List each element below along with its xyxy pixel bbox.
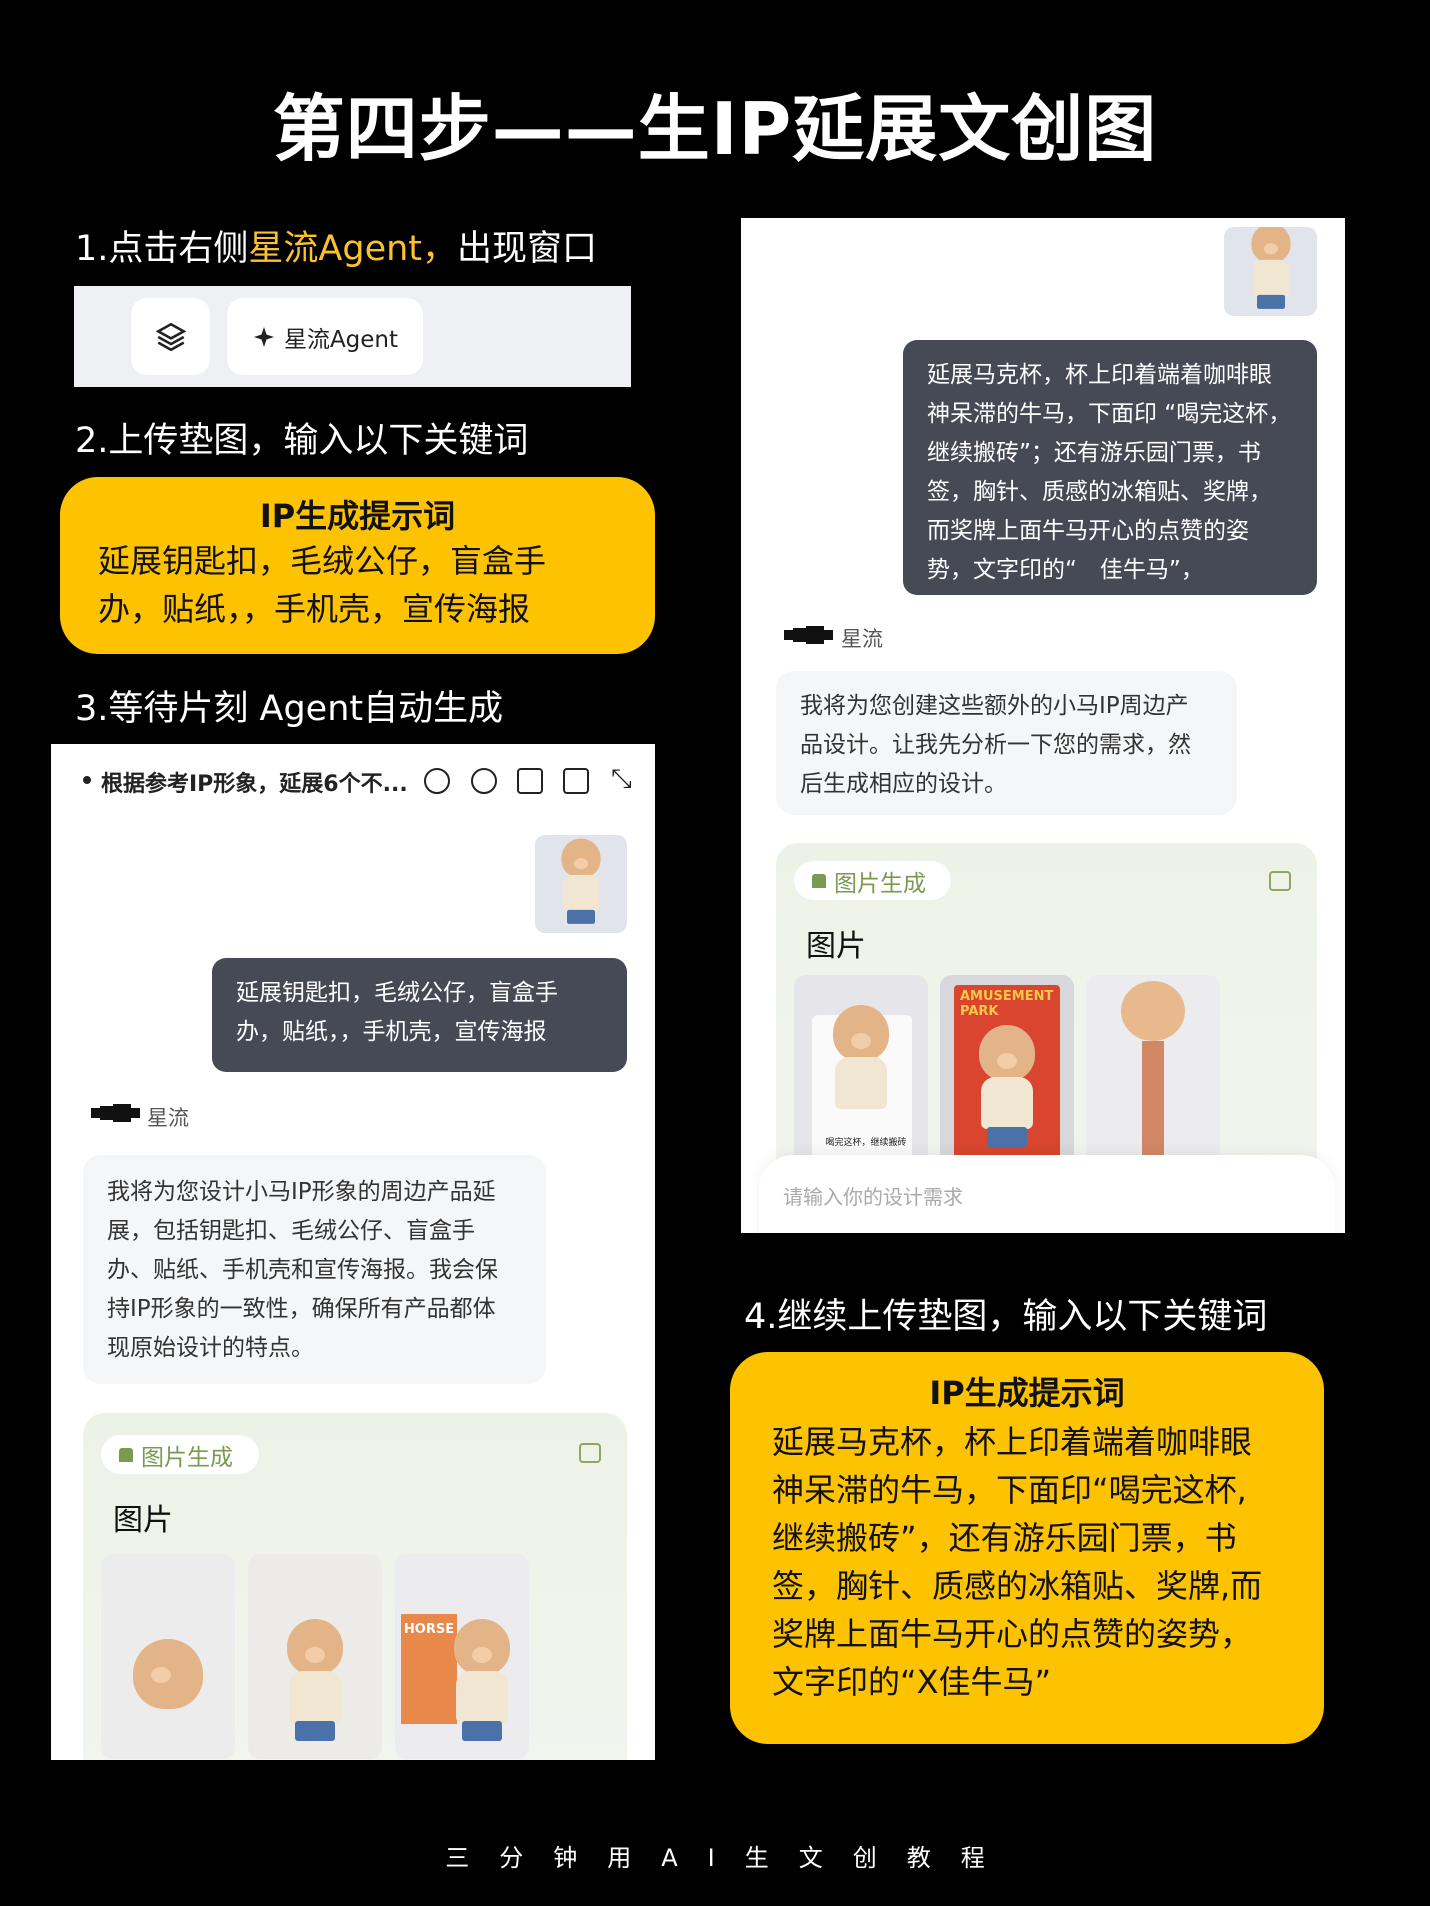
- agent-name: 星流: [841, 627, 883, 651]
- agent-chat-screenshot-left: 根据参考IP形象，延展6个不... ⤡ 延展钥匙扣，毛绒公仔，盲盒手 办，贴纸，…: [51, 744, 655, 1760]
- reply-line: 现原始设计的特点。: [107, 1335, 314, 1361]
- reply-line: 我将为您设计小马IP形象的周边产品延: [107, 1179, 496, 1205]
- card-title: 图片: [113, 1503, 173, 1538]
- mug-text: 喝完这杯，继续搬砖: [825, 1138, 907, 1148]
- step1-highlight: 星流Agent，: [248, 229, 458, 269]
- prompt-line: 签，胸针、质感的冰箱贴、奖牌,而: [772, 1567, 1263, 1605]
- prompt-line: 神呆滞的牛马，下面印“喝完这杯,: [772, 1471, 1247, 1509]
- user-message: 延展钥匙扣，毛绒公仔，盲盒手 办，贴纸，，手机壳，宣传海报: [212, 958, 627, 1072]
- layers-icon: [155, 322, 186, 351]
- prompt-line: 继续搬砖”，还有游乐园门票，书: [772, 1519, 1237, 1557]
- reply-line: 展，包括钥匙扣、毛绒公仔、盲盒手: [107, 1218, 475, 1244]
- step2-label: 2.上传垫图，输入以下关键词: [75, 421, 529, 461]
- input-placeholder: 请输入你的设计需求: [783, 1185, 963, 1209]
- reply-line: 后生成相应的设计。: [800, 771, 1007, 797]
- tag-label: 图片生成: [834, 870, 926, 897]
- history-icon[interactable]: [471, 768, 497, 794]
- step1-suffix: 出现窗口: [457, 229, 598, 269]
- step3-label: 3.等待片刻 Agent自动生成: [75, 689, 504, 729]
- image-generation-tag: 图片生成: [101, 1435, 259, 1474]
- reply-line: 我将为您创建这些额外的小马IP周边产: [800, 693, 1189, 719]
- message-line: 延展钥匙扣，毛绒公仔，盲盒手: [236, 980, 558, 1006]
- sparkle-icon: [253, 326, 274, 347]
- step1-label: 1.点击右侧星流Agent，出现窗口: [75, 220, 597, 271]
- uploaded-reference-image[interactable]: [1224, 227, 1317, 316]
- share-icon[interactable]: [517, 768, 543, 794]
- reply-line: 品设计。让我先分析一下您的需求，然: [800, 732, 1191, 758]
- thumbnail-plush[interactable]: [248, 1554, 382, 1759]
- collapse-icon[interactable]: ⤡: [611, 764, 632, 795]
- xingliu-logo: [784, 626, 833, 644]
- card-title: 图片: [806, 929, 866, 964]
- thumbnail-mug[interactable]: 喝完这杯，继续搬砖: [794, 975, 928, 1175]
- layers-button[interactable]: [131, 298, 210, 375]
- step1-prefix: 1.点击右侧: [75, 229, 249, 269]
- agent-name: 星流: [147, 1106, 189, 1130]
- thumbnail-keychain[interactable]: [101, 1554, 235, 1759]
- chat-title: 根据参考IP形象，延展6个不...: [101, 772, 408, 797]
- tag-label: 图片生成: [141, 1444, 233, 1471]
- prompt-box-1: IP生成提示词 延展钥匙扣，毛绒公仔，盲盒手 办，贴纸，，手机壳，宣传海报: [60, 477, 655, 654]
- prompt-line: 文字印的“X佳牛马”: [772, 1663, 1052, 1701]
- thumbnail-ticket[interactable]: AMUSEMENT PARK: [940, 975, 1074, 1175]
- gallery-icon[interactable]: [1269, 871, 1291, 891]
- prompt-box-2: IP生成提示词 延展马克杯，杯上印着端着咖啡眼 神呆滞的牛马，下面印“喝完这杯,…: [730, 1352, 1324, 1744]
- tag-icon: [119, 1447, 133, 1462]
- tag-icon: [812, 873, 826, 888]
- message-line: 签，胸针、质感的冰箱贴、奖牌，: [927, 479, 1272, 505]
- prompt-line: 延展马克杯，杯上印着端着咖啡眼: [772, 1423, 1253, 1461]
- status-dot: [83, 776, 91, 784]
- agent-button-label: 星流Agent: [283, 326, 399, 353]
- prompt-line: 办，贴纸，，手机壳，宣传海报: [98, 590, 531, 628]
- image-generation-card: 图片生成 图片 喝完这杯，继续搬砖 AMUSEMENT PARK: [776, 843, 1317, 1203]
- prompt-line: 延展钥匙扣，毛绒公仔，盲盒手: [98, 542, 547, 580]
- message-line: 延展马克杯，杯上印着端着咖啡眼: [927, 362, 1272, 388]
- image-generation-card: 图片生成 图片 HORSE: [83, 1413, 627, 1760]
- design-request-input[interactable]: 请输入你的设计需求: [759, 1155, 1335, 1233]
- thumbnail-blindbox[interactable]: HORSE: [395, 1554, 529, 1759]
- message-line: 继续搬砖”；还有游乐园门票，书: [927, 440, 1261, 466]
- thumbnail-bookmark[interactable]: [1086, 975, 1220, 1175]
- ticket-text: AMUSEMENT PARK: [960, 989, 1054, 1019]
- prompt-line: 奖牌上面牛马开心的点赞的姿势，: [772, 1615, 1253, 1653]
- agent-reply: 我将为您设计小马IP形象的周边产品延 展，包括钥匙扣、毛绒公仔、盲盒手 办、贴纸…: [83, 1155, 546, 1384]
- message-line: 神呆滞的牛马，下面印 “喝完这杯，: [927, 401, 1292, 427]
- agent-reply: 我将为您创建这些额外的小马IP周边产 品设计。让我先分析一下您的需求，然 后生成…: [776, 671, 1237, 815]
- file-search-icon[interactable]: [563, 768, 589, 794]
- toolbar-strip: 星流Agent: [74, 286, 631, 387]
- reply-line: 持IP形象的一致性，确保所有产品都体: [107, 1296, 496, 1322]
- reply-line: 办、贴纸、手机壳和宣传海报。我会保: [107, 1257, 498, 1283]
- message-line: 势，文字印的“ 佳牛马”，: [927, 557, 1204, 583]
- agent-chat-screenshot-right: 延展马克杯，杯上印着端着咖啡眼 神呆滞的牛马，下面印 “喝完这杯， 继续搬砖”；…: [741, 218, 1345, 1233]
- prompt-title: IP生成提示词: [259, 497, 456, 535]
- footer-caption: 三分钟用AI生文创教程: [445, 1844, 1015, 1872]
- message-line: 办，贴纸，，手机壳，宣传海报: [236, 1019, 547, 1045]
- gallery-icon[interactable]: [579, 1443, 601, 1463]
- page-title: 第四步——生IP延展文创图: [272, 87, 1158, 171]
- xingliu-agent-button[interactable]: 星流Agent: [227, 298, 423, 375]
- step4-label: 4.继续上传垫图，输入以下关键词: [744, 1297, 1268, 1337]
- message-line: 而奖牌上面牛马开心的点赞的姿: [927, 518, 1249, 544]
- xingliu-logo: [91, 1104, 140, 1122]
- user-message: 延展马克杯，杯上印着端着咖啡眼 神呆滞的牛马，下面印 “喝完这杯， 继续搬砖”；…: [903, 340, 1317, 595]
- add-chat-icon[interactable]: [424, 768, 450, 794]
- image-generation-tag: 图片生成: [794, 861, 951, 900]
- prompt-title: IP生成提示词: [929, 1374, 1125, 1412]
- uploaded-reference-image[interactable]: [535, 835, 627, 933]
